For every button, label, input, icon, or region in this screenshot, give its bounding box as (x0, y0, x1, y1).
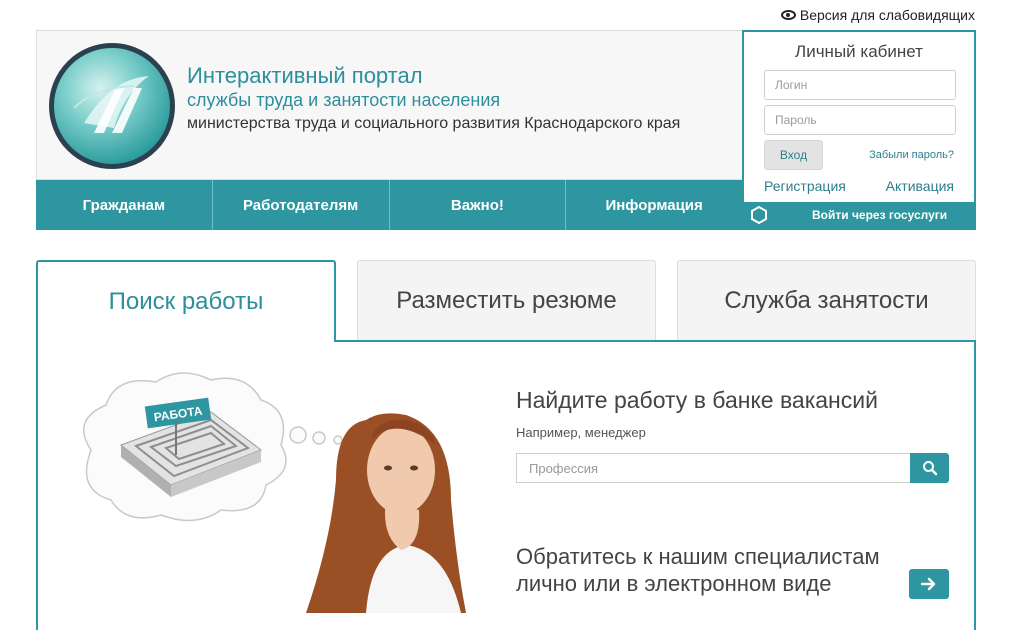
low-vision-label: Версия для слабовидящих (799, 7, 975, 23)
login-input[interactable] (764, 70, 956, 100)
portal-title: Интерактивный портал (187, 63, 423, 88)
ministry-name: министерства труда и социального развити… (187, 115, 681, 132)
eye-icon (780, 10, 796, 20)
gosuslugi-login-button[interactable]: Войти через госуслуги (744, 202, 974, 228)
nav-item-employers[interactable]: Работодателям (213, 180, 390, 230)
tab-post-resume[interactable]: Разместить резюме (357, 260, 656, 340)
nav-item-information[interactable]: Информация (566, 180, 742, 230)
activate-link[interactable]: Активация (886, 178, 954, 194)
password-input[interactable] (764, 105, 956, 135)
search-title: Найдите работу в банке вакансий (516, 387, 878, 413)
forgot-password-link[interactable]: Забыли пароль? (869, 149, 954, 161)
tab-job-search[interactable]: Поиск работы (36, 260, 336, 342)
contact-specialists-title: Обратитесь к нашим специалистам лично ил… (516, 544, 880, 596)
login-button[interactable]: Вход (764, 140, 823, 170)
nav-item-important[interactable]: Важно! (390, 180, 567, 230)
search-button[interactable] (910, 453, 949, 483)
main-nav: Гражданам Работодателям Важно! Информаци… (36, 180, 742, 230)
portal-logo[interactable] (49, 43, 175, 169)
personal-cabinet-panel: Личный кабинет Вход Забыли пароль? Регис… (742, 30, 976, 230)
contact-arrow-button[interactable] (909, 569, 949, 599)
gosuslugi-icon (750, 205, 768, 225)
search-icon (922, 461, 937, 476)
register-link[interactable]: Регистрация (764, 178, 846, 194)
portal-subtitle: службы труда и занятости населения (187, 90, 501, 110)
nav-item-citizens[interactable]: Гражданам (36, 180, 213, 230)
logo-emblem-icon (73, 76, 149, 133)
profession-search-input[interactable] (516, 453, 910, 483)
low-vision-link[interactable]: Версия для слабовидящих (780, 7, 975, 23)
top-bar: Версия для слабовидящих (0, 0, 1021, 30)
arrow-right-icon (921, 577, 936, 591)
tab-employment-service[interactable]: Служба занятости (677, 260, 976, 340)
woman-thinking-illustration: РАБОТА (83, 372, 466, 613)
cabinet-title: Личный кабинет (795, 42, 923, 61)
search-example-hint: Например, менеджер (516, 425, 646, 440)
gosuslugi-label: Войти через госуслуги (812, 208, 948, 222)
site-header: Интерактивный портал службы труда и заня… (36, 30, 742, 180)
